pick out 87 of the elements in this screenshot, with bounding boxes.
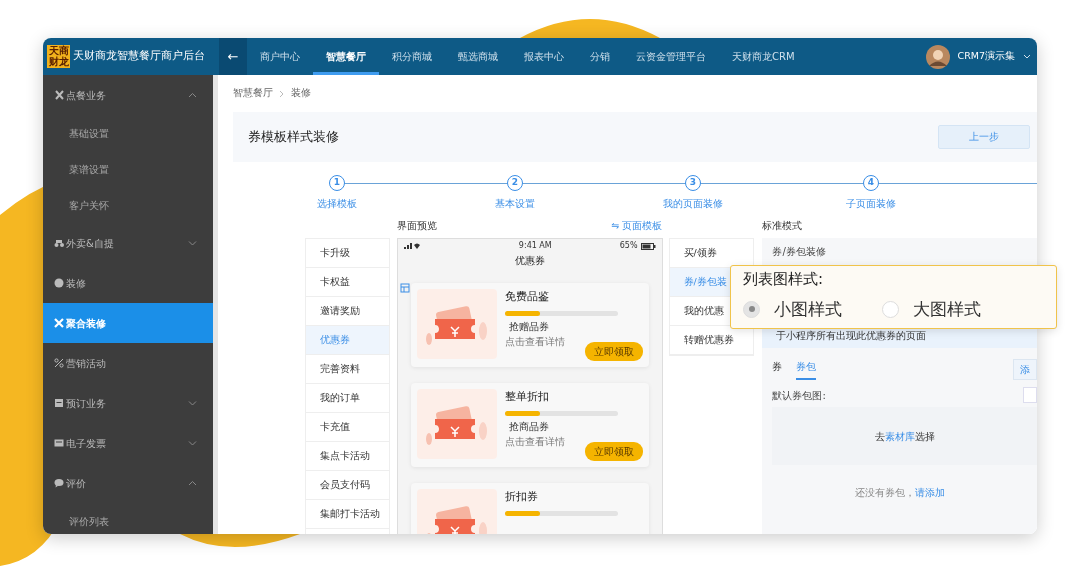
coupon-title: 免费品鉴: [504, 289, 550, 305]
page-template-link[interactable]: ⇋ 页面模板: [611, 219, 663, 234]
menu-item[interactable]: 优惠券: [306, 326, 389, 355]
chevron-down-icon: [188, 239, 197, 247]
nav-tab[interactable]: 云资金管理平台: [623, 38, 719, 75]
app-title: 天财商龙智慧餐厅商户后台: [73, 48, 205, 65]
nav-tab[interactable]: 商户中心: [247, 38, 313, 75]
claim-button[interactable]: 立即领取: [584, 442, 643, 461]
step-label: 基本设置: [495, 197, 535, 211]
coupon-title: 折扣券: [504, 489, 539, 505]
nav-tab[interactable]: 天财商龙CRM: [719, 38, 808, 75]
table-icon[interactable]: [399, 283, 410, 293]
menu-item[interactable]: 完善资料: [306, 355, 389, 384]
percent-icon: [54, 358, 64, 368]
breadcrumb-item[interactable]: 智慧餐厅: [233, 86, 273, 101]
tab[interactable]: 券: [772, 358, 783, 380]
chevron-down-icon[interactable]: [1023, 53, 1031, 60]
image-label: 默认券包图:: [772, 388, 826, 403]
menu-item[interactable]: 集点卡活动: [306, 442, 389, 471]
menu-item[interactable]: 卡充值: [306, 413, 389, 442]
invoice-icon: [54, 438, 64, 448]
step-label: 子页面装修: [846, 197, 896, 211]
menu-item[interactable]: 会员支付码: [306, 471, 389, 500]
back-button[interactable]: ←: [219, 38, 247, 75]
battery-icon: [640, 242, 656, 250]
previous-step-button[interactable]: 上一步: [938, 125, 1030, 149]
chat-icon: [54, 478, 64, 488]
avatar-icon[interactable]: [925, 44, 950, 69]
status-time: 9:41 AM: [517, 240, 553, 252]
add-button[interactable]: 添: [1013, 358, 1037, 380]
preview-label: 界面预览: [396, 219, 437, 234]
bike-icon: [54, 238, 64, 248]
add-link[interactable]: 请添加: [914, 487, 945, 498]
menu-item[interactable]: 集邮打卡活动: [306, 500, 389, 529]
sidebar-item[interactable]: 装修: [43, 263, 213, 303]
coupon-title: 整单折扣: [504, 389, 550, 405]
sidebar-item[interactable]: 预订业务: [43, 383, 213, 423]
chevron-down-icon: [188, 439, 197, 447]
upload-area[interactable]: 去素材库选择: [772, 407, 1037, 465]
nav-tab[interactable]: 分销: [577, 38, 623, 75]
tab[interactable]: 券包: [796, 358, 817, 380]
step-label: 选择模板: [317, 197, 357, 211]
section-heading: 券/券包装修: [772, 245, 827, 259]
sidebar-item[interactable]: 电子发票: [43, 423, 213, 463]
coupon-type: 抢商品券: [507, 419, 550, 434]
sidebar-item[interactable]: 聚合装修: [43, 303, 213, 343]
coupon-type: 抢赠品券: [507, 319, 550, 334]
empty-text: 还没有券包，请添加: [853, 486, 946, 500]
step-number: 4: [863, 175, 879, 191]
sidebar-item[interactable]: 点餐业务: [43, 75, 213, 115]
sidebar-item[interactable]: 外卖&自提: [43, 223, 213, 263]
battery-level: 65%: [619, 240, 638, 252]
claim-button[interactable]: 立即领取: [584, 342, 643, 361]
logo: 天商财龙: [47, 45, 70, 68]
menu-item[interactable]: 卡权益: [306, 268, 389, 297]
step-number: 3: [685, 175, 701, 191]
sidebar-item[interactable]: 评价: [43, 463, 213, 503]
sidebar-subitem[interactable]: 评价列表: [43, 503, 213, 534]
signal-wifi-icon: [403, 242, 421, 250]
mode-label: 标准模式: [762, 219, 803, 234]
screen-title: 优惠券: [513, 254, 546, 268]
radio-button[interactable]: [743, 300, 760, 318]
sidebar-subitem[interactable]: 基础设置: [43, 115, 213, 151]
breadcrumb-item: 装修: [291, 86, 311, 101]
sidebar-item[interactable]: 营销活动: [43, 343, 213, 383]
step-number: 2: [507, 175, 523, 191]
nav-tab[interactable]: 智慧餐厅: [313, 38, 379, 75]
nav-tab[interactable]: 甄选商城: [445, 38, 511, 75]
nav-tab[interactable]: 积分商城: [379, 38, 445, 75]
chevron-up-icon: [188, 91, 197, 99]
chevron-right-icon: [279, 89, 285, 98]
sidebar-subitem[interactable]: 菜谱设置: [43, 151, 213, 187]
step-number: 1: [329, 175, 345, 191]
page-title: 券模板样式装修: [248, 128, 339, 147]
coupon-hint: 点击查看详情: [504, 334, 566, 349]
chevron-up-icon: [188, 479, 197, 487]
chevron-down-icon: [188, 399, 197, 407]
menu-item[interactable]: 我的订单: [306, 384, 389, 413]
user-name[interactable]: CRM7演示集: [957, 49, 1015, 64]
step-label: 我的页面装修: [663, 197, 723, 211]
library-link[interactable]: 素材库: [884, 430, 915, 442]
sidebar-subitem[interactable]: 客户关怀: [43, 187, 213, 223]
upload-text: 去素材库选择: [874, 429, 935, 444]
nav-tab[interactable]: 报表中心: [511, 38, 577, 75]
radio-button[interactable]: [882, 300, 899, 318]
menu-item[interactable]: 卡升级: [306, 239, 389, 268]
coupon-hint: 点击查看详情: [504, 434, 566, 449]
